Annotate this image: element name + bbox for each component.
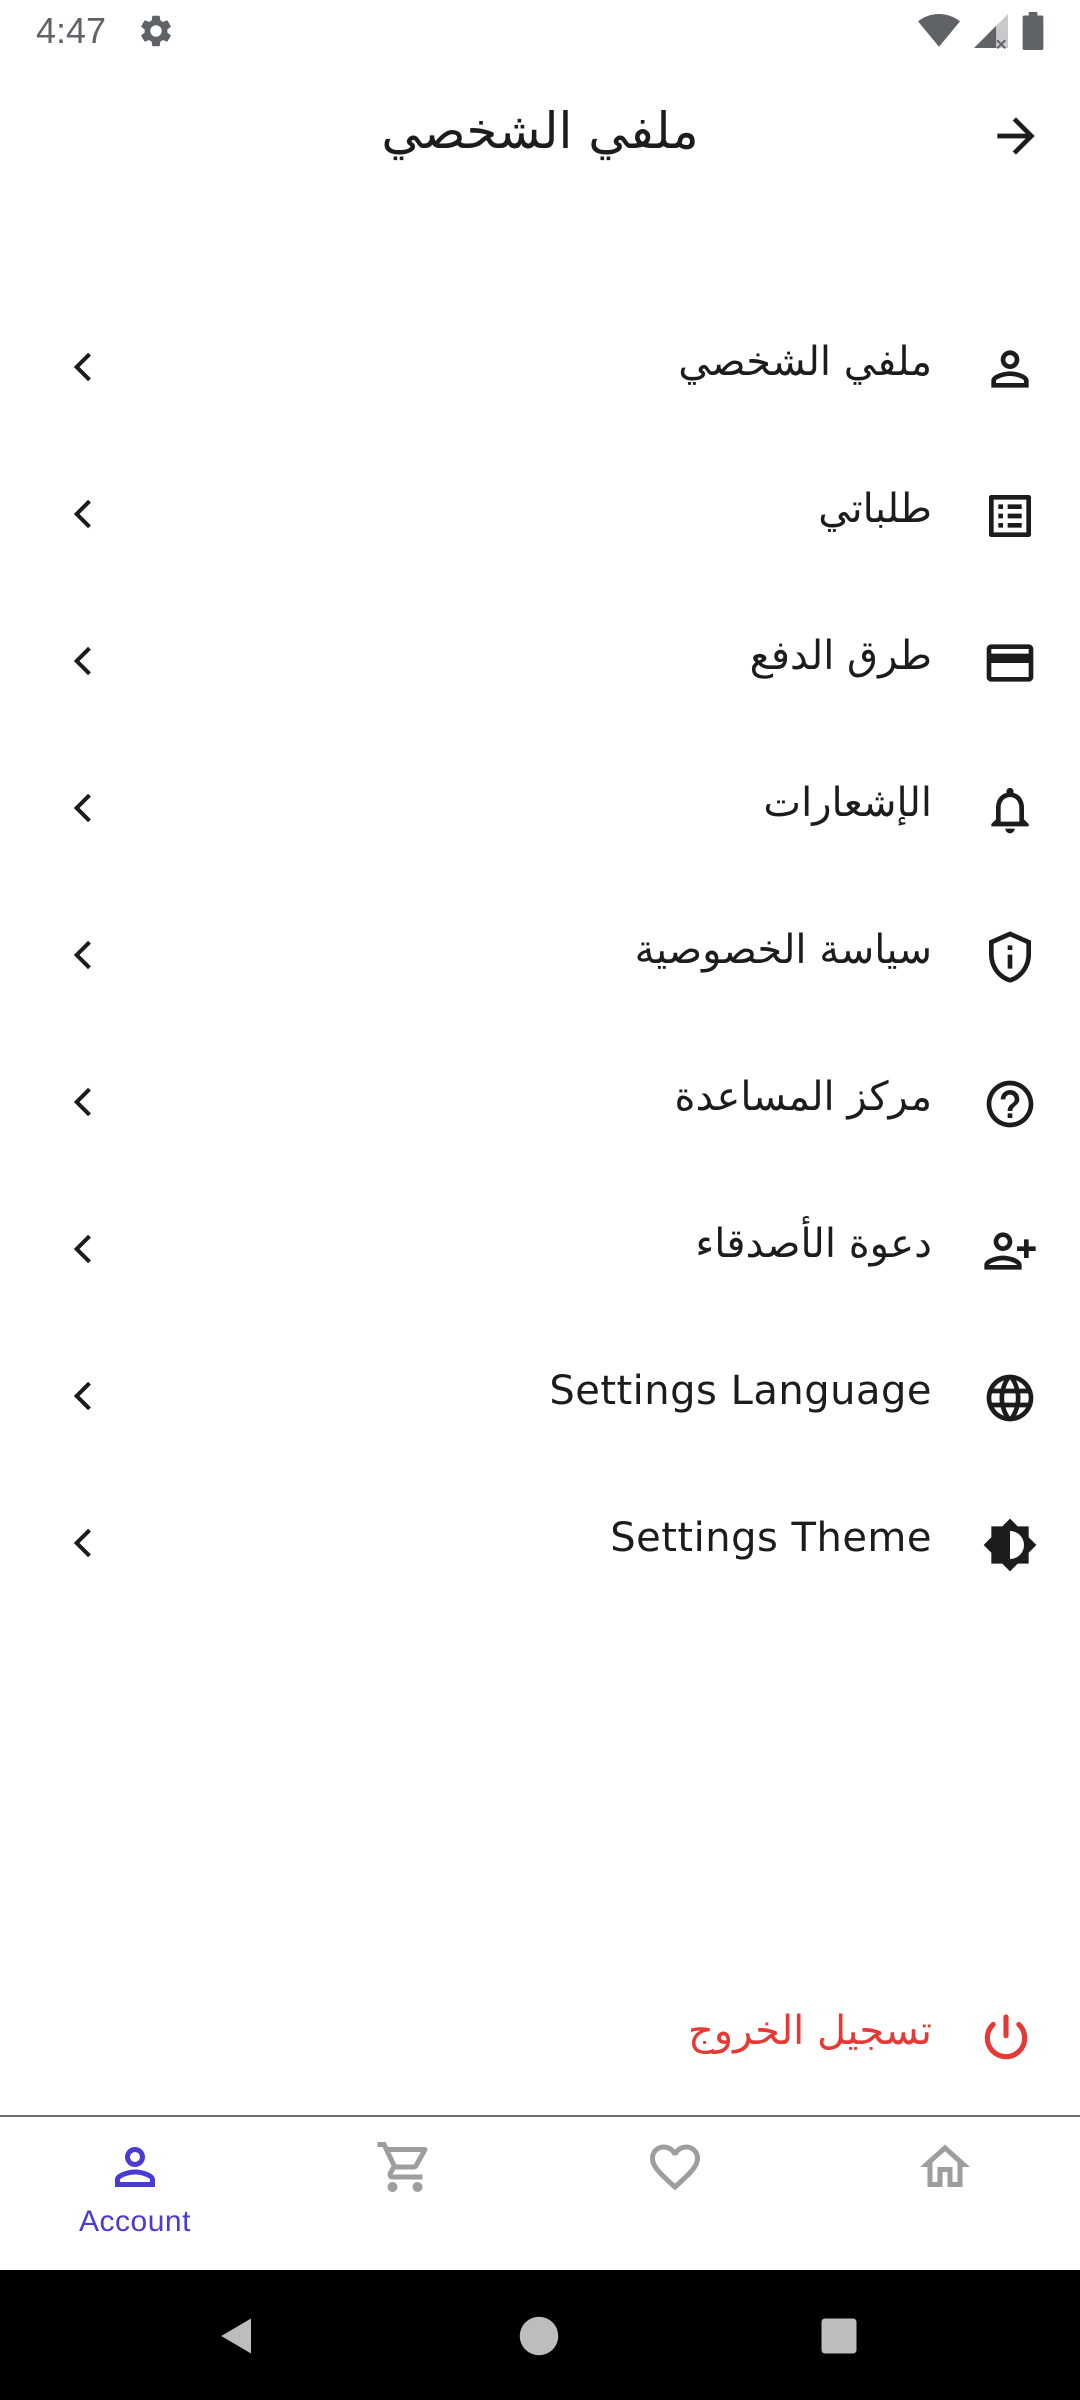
help-circle-icon <box>982 1076 1038 1132</box>
menu-item-label: مركز المساعدة <box>674 1074 932 1120</box>
chevron-left-icon <box>62 1521 106 1565</box>
receipt-list-icon <box>982 488 1038 544</box>
menu-item-label: Settings Language <box>549 1368 932 1414</box>
credit-card-icon <box>982 635 1038 691</box>
battery-icon <box>1022 12 1044 54</box>
menu-item-label: ملفي الشخصي <box>678 339 932 385</box>
menu-item-label: سياسة الخصوصية <box>634 927 932 973</box>
menu-item-help[interactable]: مركز المساعدة <box>0 1030 1080 1177</box>
person-add-icon <box>982 1223 1038 1279</box>
back-triangle-icon[interactable] <box>216 2315 258 2357</box>
logout-button[interactable]: تسجيل الخروج <box>0 1990 1080 2090</box>
menu-list: ملفي الشخصي طلباتي طرق الدفع الإشعارات س… <box>0 295 1080 1618</box>
arrow-forward-icon[interactable] <box>988 108 1044 164</box>
nav-home[interactable] <box>845 2137 1045 2257</box>
cart-icon <box>305 2137 505 2197</box>
shield-info-icon <box>982 929 1038 985</box>
menu-item-label: طلباتي <box>818 486 932 532</box>
status-time: 4:47 <box>36 10 107 51</box>
power-icon <box>978 2010 1034 2066</box>
menu-item-payment[interactable]: طرق الدفع <box>0 589 1080 736</box>
person-icon <box>982 341 1038 397</box>
settings-icon <box>137 12 175 50</box>
home-circle-icon[interactable] <box>518 2315 560 2357</box>
menu-item-invite[interactable]: دعوة الأصدقاء <box>0 1177 1080 1324</box>
heart-icon <box>575 2137 775 2197</box>
signal-icon <box>974 13 1008 53</box>
logout-label: تسجيل الخروج <box>687 2008 932 2054</box>
menu-item-label: طرق الدفع <box>749 633 932 679</box>
status-bar: 4:47 <box>0 0 1080 64</box>
menu-item-label: دعوة الأصدقاء <box>695 1221 932 1267</box>
page-title: ملفي الشخصي <box>381 102 699 160</box>
chevron-left-icon <box>62 345 106 389</box>
globe-icon <box>982 1370 1038 1426</box>
nav-account[interactable]: Account <box>35 2137 235 2257</box>
menu-item-profile[interactable]: ملفي الشخصي <box>0 295 1080 442</box>
menu-item-privacy[interactable]: سياسة الخصوصية <box>0 883 1080 1030</box>
chevron-left-icon <box>62 639 106 683</box>
chevron-left-icon <box>62 492 106 536</box>
bottom-nav: Account <box>0 2115 1080 2272</box>
nav-cart[interactable] <box>305 2137 505 2257</box>
menu-item-orders[interactable]: طلباتي <box>0 442 1080 589</box>
chevron-left-icon <box>62 786 106 830</box>
menu-item-label: Settings Theme <box>610 1515 932 1561</box>
chevron-left-icon <box>62 1374 106 1418</box>
account-icon <box>35 2137 235 2197</box>
brightness-icon <box>982 1517 1038 1573</box>
chevron-left-icon <box>62 1080 106 1124</box>
home-icon <box>845 2137 1045 2197</box>
menu-item-label: الإشعارات <box>763 780 932 826</box>
menu-item-language[interactable]: Settings Language <box>0 1324 1080 1471</box>
chevron-left-icon <box>62 933 106 977</box>
menu-item-notifications[interactable]: الإشعارات <box>0 736 1080 883</box>
menu-item-theme[interactable]: Settings Theme <box>0 1471 1080 1618</box>
bell-icon <box>982 782 1038 838</box>
chevron-left-icon <box>62 1227 106 1271</box>
nav-account-label: Account <box>79 2205 191 2238</box>
app-header: ملفي الشخصي <box>0 80 1080 190</box>
recents-square-icon[interactable] <box>818 2315 860 2357</box>
status-icons <box>918 12 1044 54</box>
system-nav-bar <box>0 2270 1080 2400</box>
nav-favorites[interactable] <box>575 2137 775 2257</box>
wifi-icon <box>918 13 960 53</box>
